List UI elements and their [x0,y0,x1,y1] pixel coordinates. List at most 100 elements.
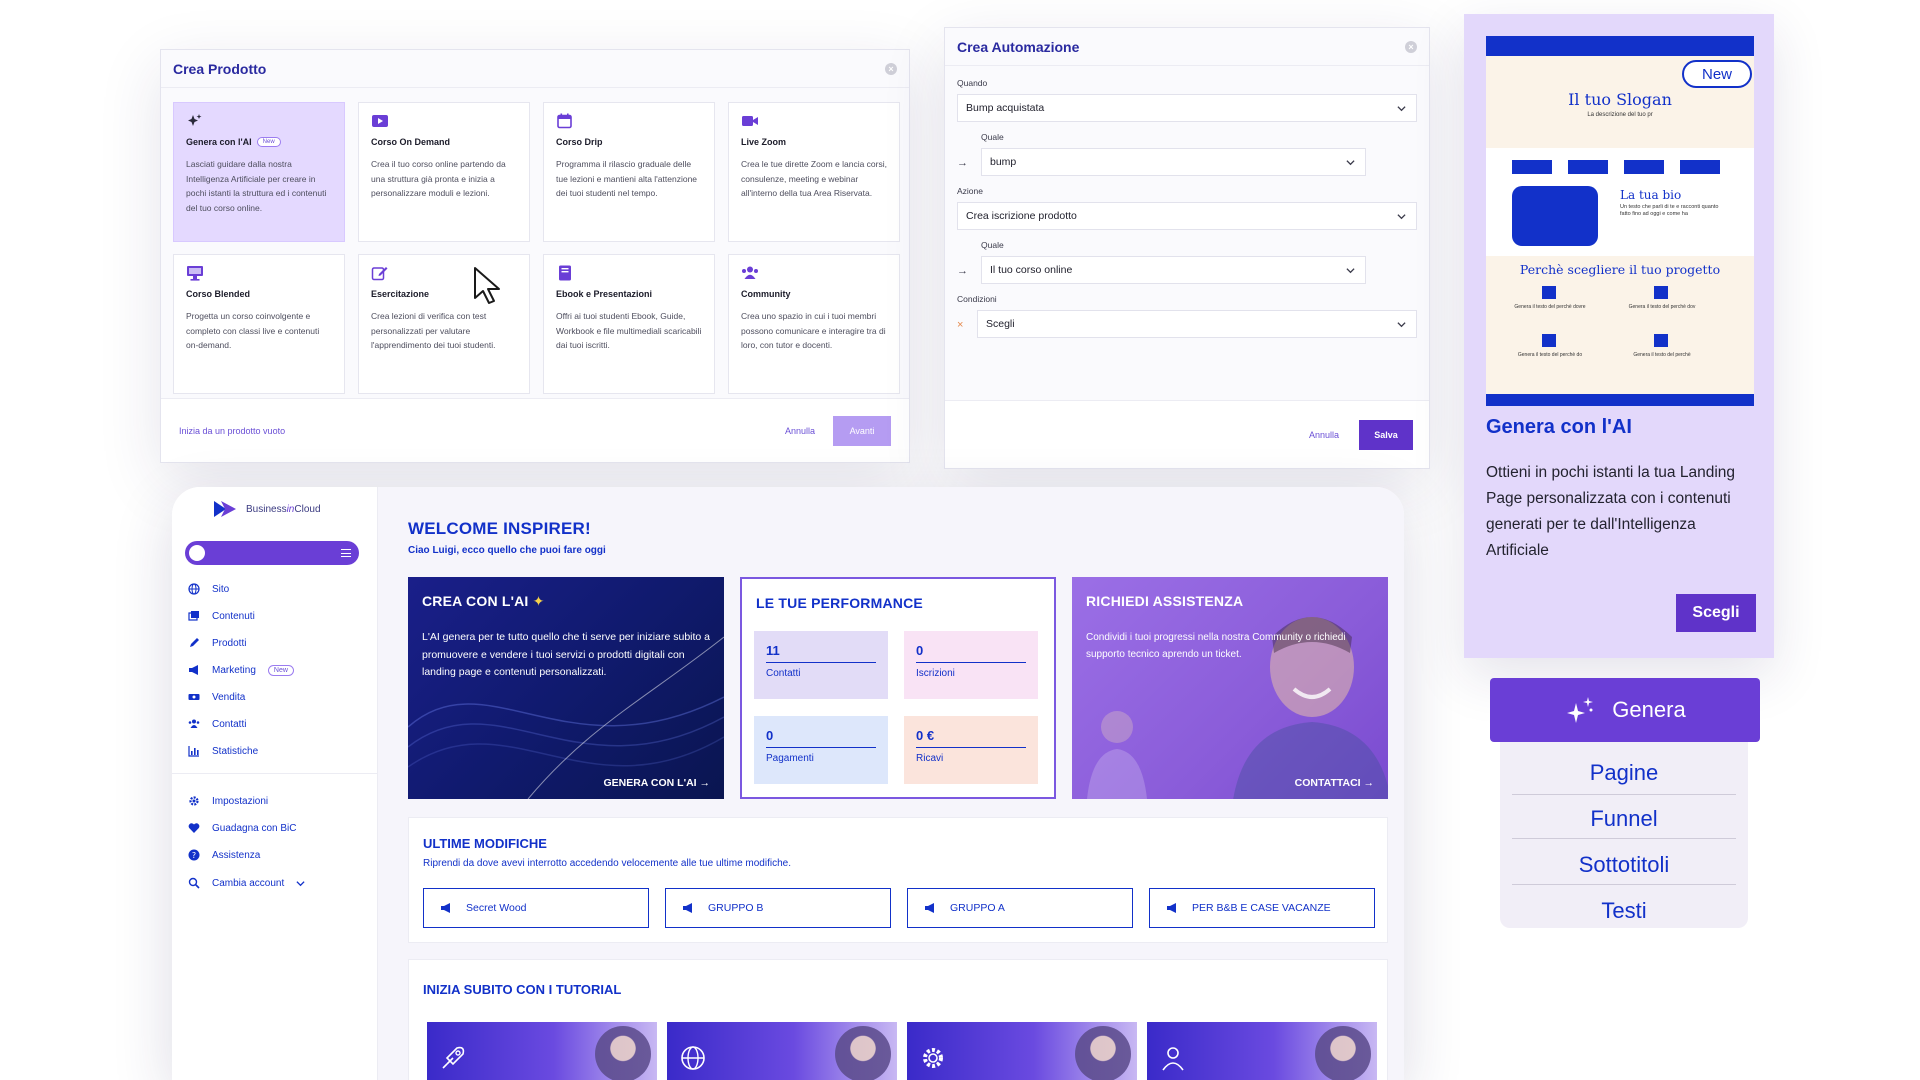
chevron-down-icon [296,880,305,886]
tutorial-card[interactable] [667,1022,897,1080]
quale-trigger-select[interactable]: bump [981,148,1366,176]
sidebar-item-impostazioni[interactable]: Impostazioni [188,792,268,810]
recent-item-label: Secret Wood [466,902,527,914]
product-type-ai[interactable]: Genera con l'AI New Lasciati guidare dall… [173,102,345,242]
product-type-esercitazione[interactable]: Esercitazione Crea lezioni di verifica c… [358,254,530,394]
sidebar-item-label: Contenuti [212,610,255,622]
recent-item[interactable]: GRUPPO B [665,888,891,928]
sidebar-item-marketing[interactable]: Marketing New [188,661,294,679]
genera-item-funnel[interactable]: Funnel [1512,796,1736,842]
tutorial-card[interactable] [427,1022,657,1080]
assistenza-card[interactable]: RICHIEDI ASSISTENZA Condividi i tuoi pro… [1072,577,1388,799]
arrow-right-icon: → [957,265,968,277]
genera-item-sottotitoli[interactable]: Sottotitoli [1512,842,1736,888]
product-type-live-zoom[interactable]: Live Zoom Crea le tue dirette Zoom e lan… [728,102,900,242]
preview-why-title: Perchè scegliere il tuo progetto [1519,262,1721,277]
close-icon[interactable]: × [885,62,897,75]
empty-product-link[interactable]: Inizia da un prodotto vuoto [179,426,285,436]
genera-item-pagine[interactable]: Pagine [1512,750,1736,796]
sidebar-item-guadagna[interactable]: Guadagna con BiC [188,819,297,837]
logo[interactable]: BusinessinCloud [212,499,321,519]
cancel-button[interactable]: Annulla [785,426,815,436]
tutorial-card[interactable] [907,1022,1137,1080]
recent-item-label: GRUPPO A [950,902,1005,914]
preview-why-item: Genera il testo del perchè dov [1628,304,1696,310]
product-type-ebook[interactable]: Ebook e Presentazioni Offri ai tuoi stud… [543,254,715,394]
product-type-name: Corso On Demand [371,137,451,147]
genera-label: Genera [1612,697,1686,722]
close-icon[interactable]: × [1405,40,1417,53]
stat-contatti[interactable]: 11 Contatti [754,631,888,699]
product-type-community[interactable]: Community Crea uno spazio in cui i tuoi … [728,254,900,394]
ultime-modifiche-section: ULTIME MODIFICHE Riprendi da dove avevi … [408,817,1388,943]
cancel-button[interactable]: Annulla [1309,430,1339,440]
content-icon [188,611,199,621]
stat-ricavi[interactable]: 0 € Ricavi [904,716,1038,784]
next-button[interactable]: Avanti [833,415,891,446]
save-button[interactable]: Salva [1359,419,1413,450]
azione-select[interactable]: Crea iscrizione prodotto [957,202,1417,230]
sidebar-item-vendita[interactable]: Vendita [188,688,245,706]
person-photo-background [1087,711,1147,799]
logo-text-post: Cloud [294,503,321,515]
megaphone-icon [683,903,692,913]
gear-icon [923,1048,943,1068]
logo-icon [214,501,236,517]
recent-item-label: PER B&B E CASE VACANZE [1192,902,1331,914]
product-type-desc: Crea uno spazio in cui i tuoi membri pos… [741,311,886,350]
sidebar-item-cambia-account[interactable]: Cambia account [188,874,305,892]
crea-prodotto-modal: Crea Prodotto × Genera con l'AI New Lasci… [160,49,910,463]
crea-ai-card[interactable]: CREA CON L'AI ✦ L'AI genera per te tutto… [408,577,724,799]
sidebar-item-contenuti[interactable]: Contenuti [188,607,255,625]
product-type-drip[interactable]: Corso Drip Programma il rilascio gradual… [543,102,715,242]
preview-image [1512,186,1598,246]
select-value: Bump acquistata [966,102,1045,114]
sidebar-item-contatti[interactable]: Contatti [188,715,246,733]
quando-label: Quando [957,78,988,88]
sparkle-icon [188,114,202,126]
logo-text-pre: Business [246,503,287,515]
heart-icon [188,823,200,833]
avatar [1075,1026,1131,1080]
recent-item[interactable]: Secret Wood [423,888,649,928]
select-value: Crea iscrizione prodotto [966,210,1077,222]
sidebar-item-label: Marketing [212,664,256,676]
question-icon: ? [188,849,200,861]
main-content: WELCOME INSPIRER! Ciao Luigi, ecco quell… [378,487,1404,1080]
stat-iscrizioni[interactable]: 0 Iscrizioni [904,631,1038,699]
tutorial-card[interactable] [1147,1022,1377,1080]
user-icon [1162,1047,1184,1071]
genera-button[interactable]: Genera [1490,678,1760,742]
contattaci-link[interactable]: CONTATTACI → [1295,777,1374,789]
genera-ai-link[interactable]: GENERA CON L'AI → [603,777,710,789]
preview-why-item: Genera il testo del perchè do [1517,352,1583,358]
condizioni-select[interactable]: Scegli [977,310,1417,338]
product-type-desc: Offri ai tuoi studenti Ebook, Guide, Wor… [556,311,702,350]
product-type-desc: Lasciati guidare dalla nostra Intelligen… [186,159,327,213]
chevron-down-icon [1397,105,1406,111]
sidebar-item-label: Vendita [212,691,246,703]
sidebar-item-prodotti[interactable]: Prodotti [188,634,246,652]
recent-item[interactable]: GRUPPO A [907,888,1133,928]
video-camera-icon [742,116,758,126]
sidebar-item-sito[interactable]: Sito [188,580,229,598]
product-type-on-demand[interactable]: Corso On Demand Crea il tuo corso online… [358,102,530,242]
users-icon [742,266,758,279]
recent-item[interactable]: PER B&B E CASE VACANZE [1149,888,1375,928]
genera-item-testi[interactable]: Testi [1512,888,1736,934]
quale-action-select[interactable]: Il tuo corso online [981,256,1366,284]
stat-pagamenti[interactable]: 0 Pagamenti [754,716,888,784]
product-type-blended[interactable]: Corso Blended Progetta un corso coinvolg… [173,254,345,394]
preview-bio-text: Un testo che parli di te e racconti quan… [1620,204,1719,217]
remove-icon[interactable]: × [957,319,967,338]
quando-select[interactable]: Bump acquistata [957,94,1417,122]
book-icon [559,265,571,281]
preview-slogan: Il tuo Slogan [1568,90,1672,109]
sidebar-item-statistiche[interactable]: Statistiche [188,742,258,760]
page-subtitle: Ciao Luigi, ecco quello che puoi fare og… [408,545,606,556]
card-title: LE TUE PERFORMANCE [756,595,923,611]
sidebar-item-assistenza[interactable]: ? Assistenza [188,846,260,864]
sidebar-toggle[interactable] [185,541,359,565]
product-type-desc: Crea lezioni di verifica con test person… [371,311,496,350]
choose-button[interactable]: Scegli [1676,594,1756,632]
